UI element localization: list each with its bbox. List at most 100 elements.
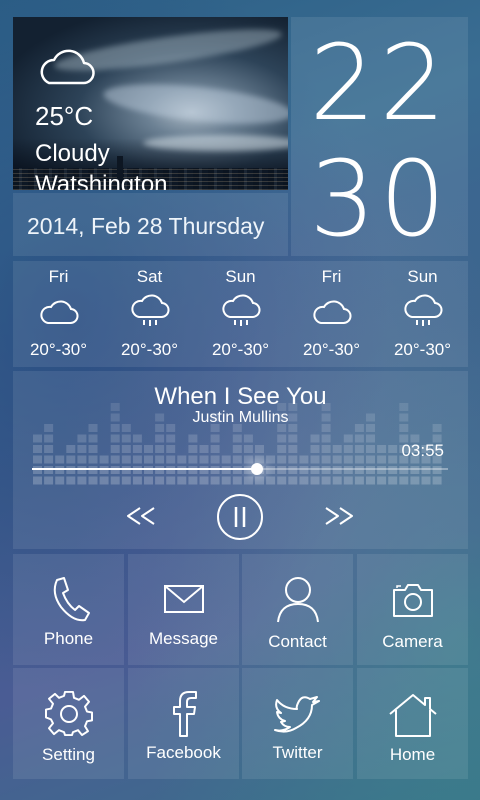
clock-tile[interactable]: 22 30 <box>291 17 468 256</box>
equalizer-block <box>366 455 375 464</box>
equalizer-block <box>288 476 298 485</box>
rain-cloud-icon <box>403 294 442 326</box>
cloud-icon <box>39 300 78 324</box>
home-icon <box>388 694 437 737</box>
weather-temperature: 25°C <box>35 101 94 131</box>
pause-icon[interactable] <box>216 493 264 541</box>
equalizer-block <box>221 455 231 464</box>
equalizer-block <box>155 434 165 443</box>
equalizer-block <box>166 476 176 485</box>
progress-thumb[interactable] <box>250 463 263 475</box>
equalizer-block <box>55 455 65 464</box>
equalizer-block <box>44 445 54 453</box>
equalizer-block <box>232 455 242 464</box>
equalizer-block <box>232 476 242 485</box>
equalizer-block <box>110 476 120 485</box>
equalizer-block <box>199 445 209 453</box>
song-duration: 03:55 <box>401 441 444 460</box>
cloud-icon <box>312 300 351 324</box>
equalizer-block <box>343 476 353 485</box>
equalizer-block <box>132 445 142 453</box>
equalizer-block <box>144 445 153 453</box>
app-tile-facebook[interactable]: Facebook <box>128 668 239 779</box>
progress-track[interactable] <box>32 463 448 475</box>
equalizer-block <box>388 445 398 453</box>
equalizer-block <box>77 445 87 453</box>
date-tile[interactable]: 2014, Feb 28 Thursday <box>13 193 288 256</box>
forecast-day: Sun 20°-30° <box>377 261 468 367</box>
contact-person-icon <box>276 577 319 623</box>
app-tile-camera[interactable]: Camera <box>357 554 468 665</box>
cloud-icon <box>40 49 95 85</box>
equalizer-block <box>199 455 209 464</box>
forecast-day-name: Sun <box>407 267 438 286</box>
equalizer-block <box>144 455 153 464</box>
equalizer-block <box>277 455 287 464</box>
music-player-tile: When I See You Justin Mullins 03:55 <box>13 371 468 549</box>
forecast-range: 20°-30° <box>29 340 88 359</box>
equalizer-block <box>33 434 42 443</box>
equalizer-block <box>199 476 209 485</box>
app-tile-message[interactable]: Message <box>128 554 239 665</box>
app-label: Twitter <box>272 743 323 762</box>
equalizer-block <box>210 455 220 464</box>
equalizer-block <box>399 476 409 485</box>
equalizer-block <box>77 434 87 443</box>
forecast-day-name: Fri <box>321 267 342 286</box>
equalizer-block <box>33 445 42 453</box>
clock-minutes: 30 <box>309 138 450 260</box>
equalizer-block <box>277 445 287 453</box>
equalizer-block <box>354 445 364 453</box>
equalizer-block <box>210 434 220 443</box>
song-title: When I See You <box>154 383 327 410</box>
equalizer-block <box>121 445 131 453</box>
app-label: Facebook <box>146 743 221 762</box>
equalizer-block <box>88 445 98 453</box>
equalizer-block <box>210 476 220 485</box>
equalizer-block <box>132 434 142 443</box>
equalizer-block <box>144 476 153 485</box>
app-tile-twitter[interactable]: Twitter <box>242 668 353 779</box>
forecast-range: 20°-30° <box>211 340 270 359</box>
equalizer-block <box>243 455 253 464</box>
weather-tile[interactable]: 25°C Cloudy Watshington <box>13 17 288 190</box>
app-tile-phone[interactable]: Phone <box>13 554 124 665</box>
twitter-bird-icon <box>273 696 320 733</box>
equalizer-block <box>321 434 331 443</box>
equalizer-block <box>110 445 120 453</box>
equalizer-block <box>77 455 87 464</box>
fast-forward-icon[interactable] <box>321 493 357 539</box>
equalizer-block <box>277 476 287 485</box>
equalizer-block <box>255 445 264 453</box>
equalizer-block <box>377 476 387 485</box>
equalizer-block <box>377 445 387 453</box>
equalizer-block <box>44 434 54 443</box>
app-label: Phone <box>43 629 94 648</box>
equalizer-block <box>155 455 165 464</box>
equalizer-block <box>188 476 198 485</box>
app-tile-home[interactable]: Home <box>357 668 468 779</box>
equalizer-block <box>354 434 364 443</box>
equalizer-block <box>366 434 375 443</box>
forecast-day: Sat 20°-30° <box>104 261 195 367</box>
equalizer-block <box>321 476 331 485</box>
equalizer-block <box>110 434 120 443</box>
equalizer-block <box>288 445 298 453</box>
forecast-day-name: Fri <box>48 267 69 286</box>
forecast-tile[interactable]: Fri 20°-30° Sat 20°-30° Sun 20°-30° Fri … <box>13 261 468 367</box>
date-text: 2014, Feb 28 Thursday <box>27 213 265 239</box>
equalizer-block <box>288 434 298 443</box>
rain-cloud-icon <box>221 294 260 326</box>
equalizer-block <box>44 455 54 464</box>
equalizer-block <box>177 455 187 464</box>
equalizer-block <box>66 476 76 485</box>
app-tile-contact[interactable]: Contact <box>242 554 353 665</box>
equalizer-block <box>121 455 131 464</box>
rewind-icon[interactable] <box>123 493 159 539</box>
app-label: Home <box>389 745 436 764</box>
app-label: Setting <box>42 745 95 764</box>
equalizer-block <box>421 476 431 485</box>
equalizer-block <box>299 455 309 464</box>
equalizer-block <box>132 455 142 464</box>
app-tile-setting[interactable]: Setting <box>13 668 124 779</box>
